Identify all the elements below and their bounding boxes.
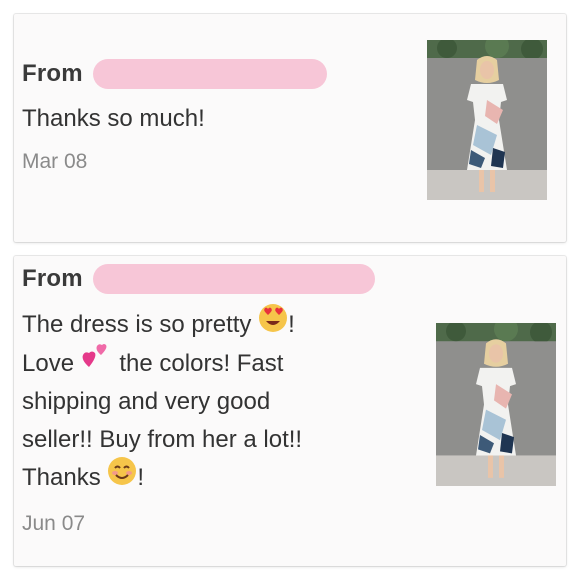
message-line: Thanks ! [22,456,412,498]
message-line: Thanks so much! [22,105,205,132]
sender-row: From [22,264,375,294]
message-line: The dress is so pretty ! [22,303,412,345]
review-date: Jun 07 [22,512,86,535]
message-line: shipping and very good [22,388,271,416]
review-message: Thanks so much! [22,100,205,138]
review-date: Mar 08 [22,150,88,173]
sender-row: From [22,59,327,89]
message-line: seller!! Buy from her a lot!! [22,426,303,454]
review-card: From The dress is so pretty ! Love the c… [14,256,566,566]
review-card: From Thanks so much! Mar 08 [14,14,566,242]
redacted-sender-name [92,264,375,294]
redacted-sender-name [92,59,327,89]
smiling-emoji-icon [107,456,137,498]
two-hearts-emoji-icon [81,341,113,383]
review-message: The dress is so pretty ! Love the colors… [22,303,412,498]
message-line: Love the colors! Fast [22,344,412,384]
from-label: From [22,60,83,87]
from-label: From [22,265,83,292]
product-image[interactable] [427,40,547,200]
heart-eyes-emoji-icon [258,303,288,345]
product-image[interactable] [436,323,556,486]
